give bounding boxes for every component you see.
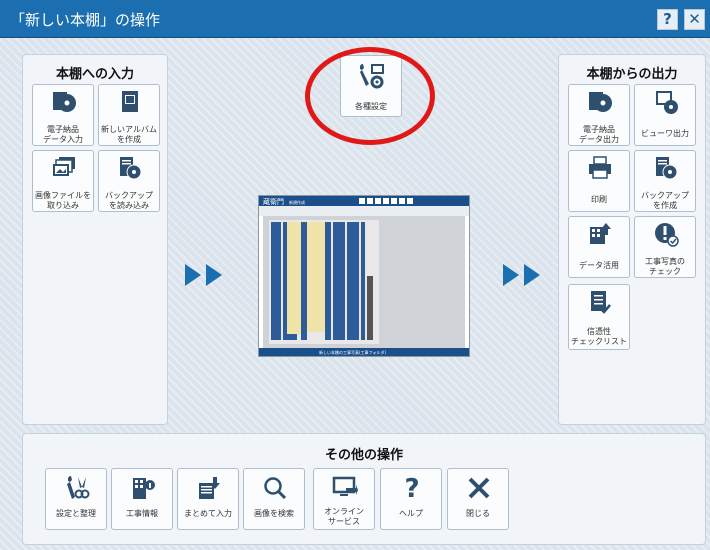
- batch-input-label: まとめて入力: [184, 509, 232, 518]
- disc-export-button[interactable]: 電子納品 データ出力: [568, 84, 630, 146]
- construction-info-label: 工事情報: [126, 509, 158, 518]
- online-service-button[interactable]: オンライン サービス: [313, 468, 375, 530]
- help-button[interactable]: ?: [657, 9, 678, 30]
- import-images-label: 画像ファイルを 取り込み: [35, 191, 91, 210]
- tools-icon: [67, 476, 90, 499]
- create-backup-label: バックアップ を作成: [641, 191, 689, 210]
- disc-import-label: 電子納品 データ入力: [43, 125, 83, 144]
- other-operations-title: その他の操作: [324, 448, 403, 463]
- building-info-icon: [133, 478, 155, 499]
- checklist-label: 信憑性 チェックリスト: [571, 327, 627, 346]
- backup-create-icon: [656, 157, 678, 180]
- disc-import-icon: [53, 92, 76, 112]
- print-button[interactable]: 印刷: [568, 150, 630, 212]
- print-label: 印刷: [591, 195, 607, 204]
- import-images-button[interactable]: 画像ファイルを 取り込み: [32, 150, 94, 212]
- arrow-right-icon: [524, 264, 540, 286]
- close-icon: [468, 477, 490, 499]
- data-use-icon: [590, 223, 611, 244]
- arrow-right-icon: [503, 264, 519, 286]
- load-backup-label: バックアップ を読み込み: [105, 191, 153, 210]
- online-service-icon: [332, 476, 358, 496]
- disc-import-button[interactable]: 電子納品 データ入力: [32, 84, 94, 146]
- window-title: 「新しい本棚」の操作: [10, 11, 161, 29]
- viewer-export-label: ビューワ出力: [641, 129, 689, 138]
- close-window-button[interactable]: ✕: [684, 9, 705, 30]
- data-use-label: データ活用: [579, 261, 619, 270]
- online-service-label: オンライン サービス: [324, 507, 364, 526]
- image-files-icon: [53, 157, 75, 176]
- preview-logo: 蔵衛門: [263, 197, 284, 206]
- disc-export-icon: [589, 92, 612, 112]
- help-label: ヘルプ: [399, 509, 423, 518]
- close-label: 閉じる: [466, 509, 490, 518]
- bookshelf-preview-image: 蔵衛門 新規作成 新しい本棚の工事写真(工事フォルダ): [259, 196, 469, 356]
- output-panel-title: 本棚からの出力: [586, 67, 678, 82]
- checklist-icon: [591, 291, 611, 314]
- batch-input-icon: [199, 477, 220, 499]
- photo-check-icon: [655, 223, 679, 247]
- image-search-button[interactable]: 画像を検索: [243, 468, 305, 530]
- arrow-right-icon: [185, 264, 201, 286]
- preview-subtitle: 新規作成: [289, 199, 305, 205]
- create-backup-button[interactable]: バックアップ を作成: [634, 150, 696, 212]
- viewer-export-button[interactable]: ビューワ出力: [634, 84, 696, 146]
- svg-text:?: ?: [404, 475, 419, 501]
- photo-check-label: 工事写真の チェック: [645, 257, 685, 276]
- settings-organize-button[interactable]: 設定と整理: [45, 468, 107, 530]
- photo-check-button[interactable]: 工事写真の チェック: [634, 216, 696, 278]
- album-icon: [122, 91, 138, 112]
- checklist-button[interactable]: 信憑性 チェックリスト: [568, 284, 630, 350]
- construction-info-button[interactable]: 工事情報: [111, 468, 173, 530]
- bookshelf-preview: 蔵衛門 新規作成 新しい本棚の工事写真(工事フォルダ): [258, 195, 470, 357]
- new-album-label: 新しいアルバム を作成: [101, 125, 157, 144]
- help-icon: ?: [404, 475, 419, 501]
- viewer-export-icon: [656, 91, 678, 114]
- batch-input-button[interactable]: まとめて入力: [177, 468, 239, 530]
- preview-footer: 新しい本棚の工事写真(工事フォルダ): [319, 349, 387, 355]
- close-button[interactable]: 閉じる: [447, 468, 509, 530]
- disc-export-label: 電子納品 データ出力: [579, 125, 619, 144]
- highlight-circle: [305, 47, 435, 145]
- data-use-button[interactable]: データ活用: [568, 216, 630, 278]
- backup-load-icon: [120, 157, 142, 180]
- new-album-button[interactable]: 新しいアルバム を作成: [98, 84, 160, 146]
- input-panel-title: 本棚への入力: [55, 67, 134, 82]
- settings-organize-label: 設定と整理: [56, 509, 96, 518]
- printer-icon: [589, 156, 611, 179]
- help-bottom-button[interactable]: ? ヘルプ: [380, 468, 442, 530]
- image-search-label: 画像を検索: [254, 509, 294, 518]
- arrow-right-icon: [206, 264, 222, 286]
- search-icon: [264, 477, 287, 500]
- title-bar: 「新しい本棚」の操作 ? ✕: [0, 0, 710, 38]
- load-backup-button[interactable]: バックアップ を読み込み: [98, 150, 160, 212]
